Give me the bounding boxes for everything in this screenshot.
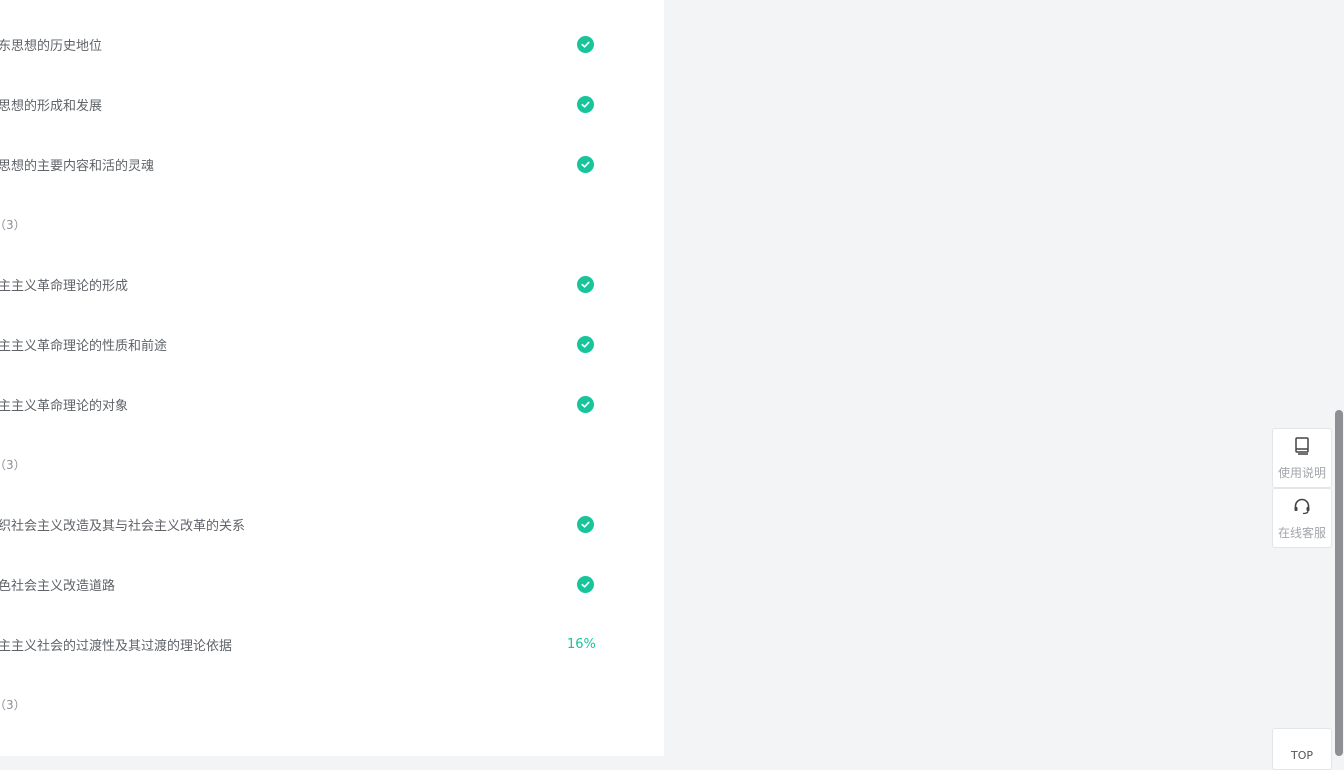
check-circle-icon <box>577 155 594 173</box>
chapter-list-panel: 东思想的历史地位 思想的形成和发展 思想的主要内容和活的灵魂 （3） 主主义革命… <box>0 0 664 756</box>
lesson-row[interactable]: 思想的主要内容和活的灵魂 <box>0 134 664 194</box>
chapter-count: （3） <box>0 457 26 472</box>
check-circle-icon <box>577 95 594 113</box>
online-service-button[interactable]: 在线客服 <box>1272 488 1332 548</box>
scrollbar-thumb[interactable] <box>1335 410 1343 756</box>
lesson-row[interactable]: 主主义革命理论的形成 <box>0 254 664 314</box>
check-circle-icon <box>577 575 594 593</box>
check-circle-icon <box>577 35 594 53</box>
lesson-title: 思想的形成和发展 <box>0 98 103 114</box>
manual-button[interactable]: 使用说明 <box>1272 428 1332 488</box>
chapter-heading[interactable]: （3） <box>0 434 664 494</box>
lesson-title: 色社会主义改造道路 <box>0 578 116 594</box>
chapter-count: （3） <box>0 217 26 232</box>
lesson-title: 主主义革命理论的形成 <box>0 278 129 294</box>
lesson-row[interactable]: 主主义社会的过渡性及其过渡的理论依据 16% <box>0 614 664 674</box>
check-circle-icon <box>577 335 594 353</box>
lesson-row[interactable]: 织社会主义改造及其与社会主义改革的关系 <box>0 494 664 554</box>
progress-percent: 16% <box>567 636 596 652</box>
manual-label: 使用说明 <box>1277 465 1326 480</box>
check-circle-icon <box>577 515 594 533</box>
check-circle-icon <box>577 395 594 413</box>
chapter-count: （3） <box>0 697 26 712</box>
lesson-row[interactable]: 色社会主义改造道路 <box>0 554 664 614</box>
lesson-row[interactable]: 主主义革命理论的性质和前途 <box>0 314 664 374</box>
headset-icon <box>1292 496 1312 520</box>
lesson-row[interactable]: 思想的形成和发展 <box>0 74 664 134</box>
chapter-heading[interactable]: （3） <box>0 674 664 734</box>
lesson-title: 主主义社会的过渡性及其过渡的理论依据 <box>0 638 233 654</box>
lesson-title: 思想的主要内容和活的灵魂 <box>0 158 155 174</box>
chapter-heading[interactable]: （3） <box>0 194 664 254</box>
book-icon <box>1292 436 1312 460</box>
lesson-title: 主主义革命理论的对象 <box>0 398 129 414</box>
lesson-row[interactable]: 东思想的历史地位 <box>0 14 664 74</box>
check-circle-icon <box>577 275 594 293</box>
lesson-title: 织社会主义改造及其与社会主义改革的关系 <box>0 518 246 534</box>
lesson-title: 主主义革命理论的性质和前途 <box>0 338 168 354</box>
online-service-label: 在线客服 <box>1277 525 1326 540</box>
lesson-title: 东思想的历史地位 <box>0 38 103 54</box>
lesson-row[interactable]: 主主义革命理论的对象 <box>0 374 664 434</box>
back-to-top-button[interactable]: TOP <box>1272 728 1332 770</box>
